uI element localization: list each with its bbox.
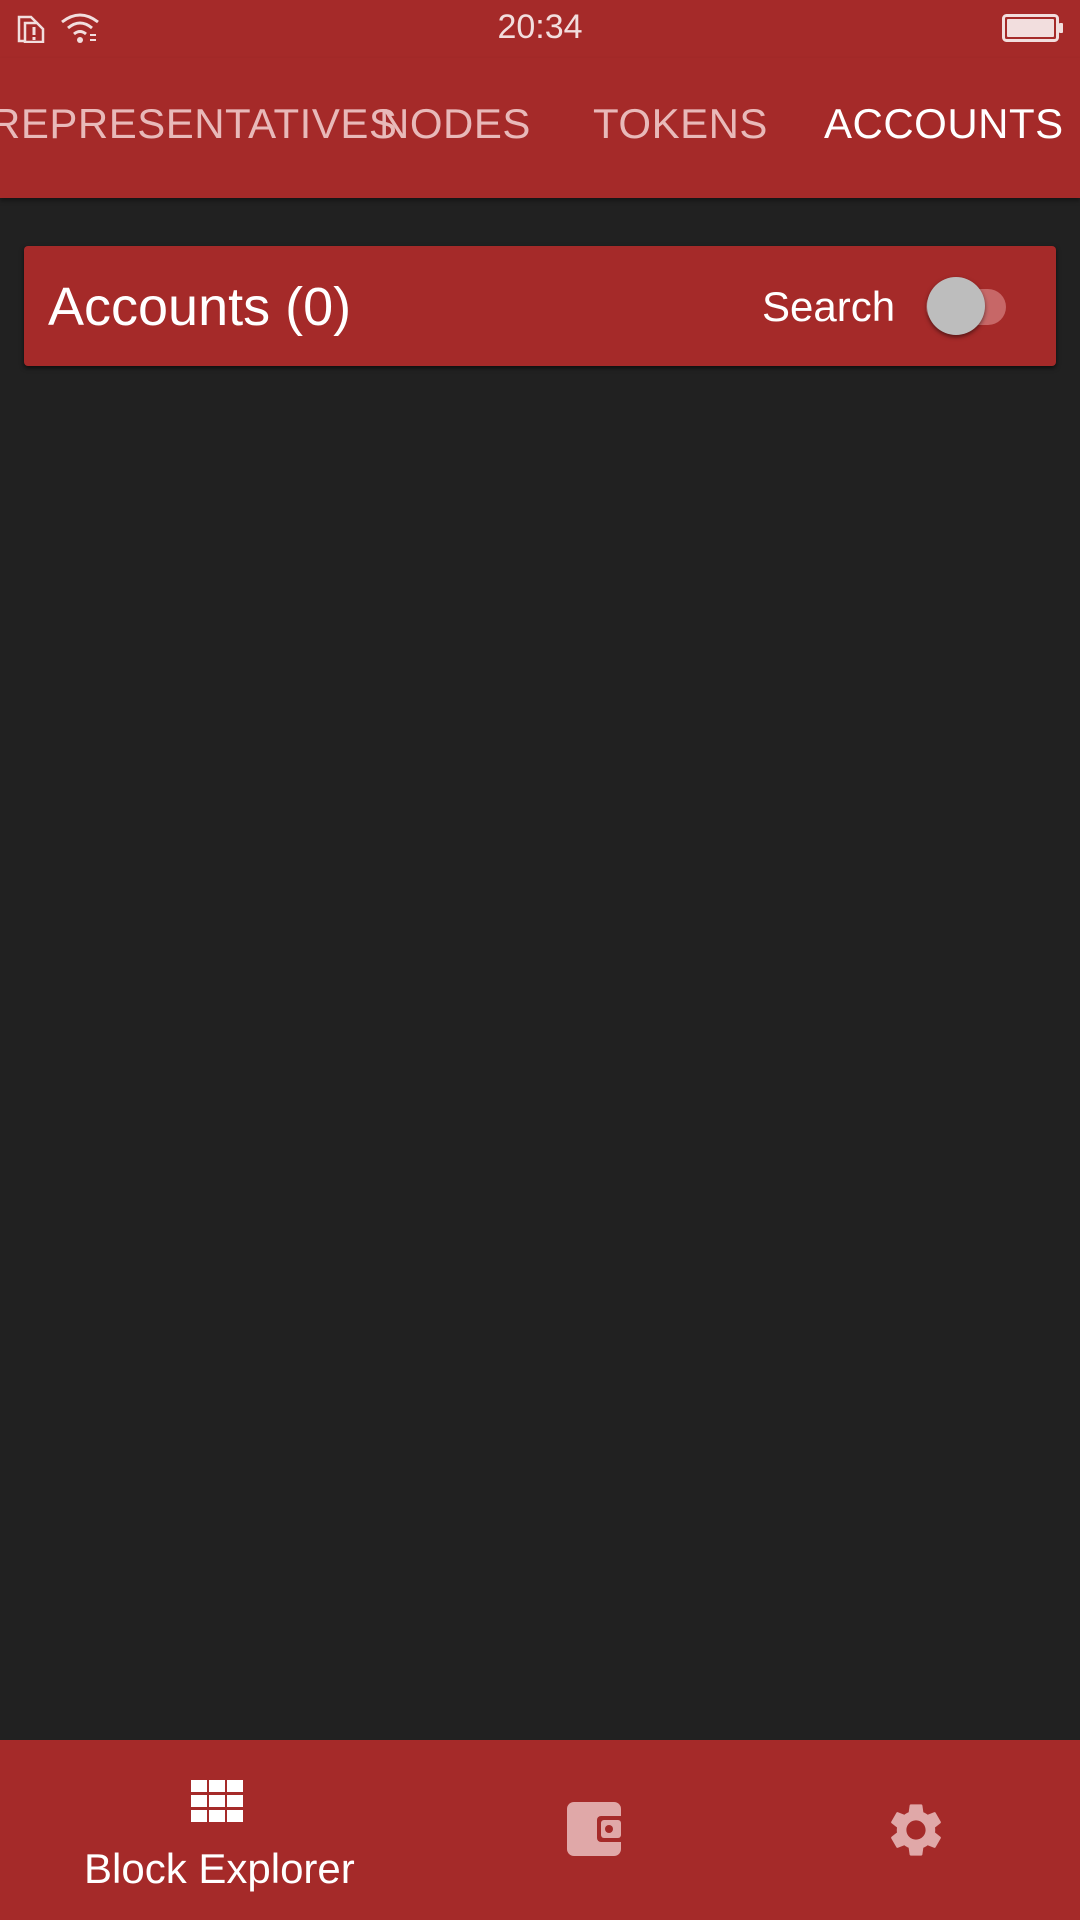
wallet-icon — [565, 1800, 625, 1863]
nav-settings[interactable] — [738, 1740, 1080, 1920]
search-label: Search — [762, 283, 896, 330]
search-toggle-thumb — [927, 277, 985, 335]
nav-wallet[interactable] — [415, 1740, 775, 1920]
tab-tokens[interactable]: TOKENS — [593, 103, 768, 145]
nav-block-explorer-label: Block Explorer — [84, 1845, 355, 1892]
tab-representatives[interactable]: REPRESENTATIVES — [0, 103, 397, 145]
tab-nodes[interactable]: NODES — [379, 103, 531, 145]
status-time: 20:34 — [497, 8, 583, 46]
battery-icon — [1002, 14, 1064, 47]
tab-accounts[interactable]: ACCOUNTS — [824, 103, 1064, 145]
top-tab-bar: REPRESENTATIVES NODES TOKENS ACCOUNTS — [0, 58, 1080, 198]
search-toggle[interactable] — [904, 276, 1014, 336]
accounts-title: Accounts (0) — [48, 277, 352, 337]
status-bar: 20:34 — [0, 0, 1080, 58]
bottom-navigation: Block Explorer — [0, 1740, 1080, 1920]
nav-block-explorer[interactable]: Block Explorer — [36, 1740, 396, 1920]
accounts-header-card: Accounts (0) Search — [24, 246, 1056, 366]
gear-icon — [884, 1798, 948, 1867]
grid-icon — [191, 1780, 243, 1827]
